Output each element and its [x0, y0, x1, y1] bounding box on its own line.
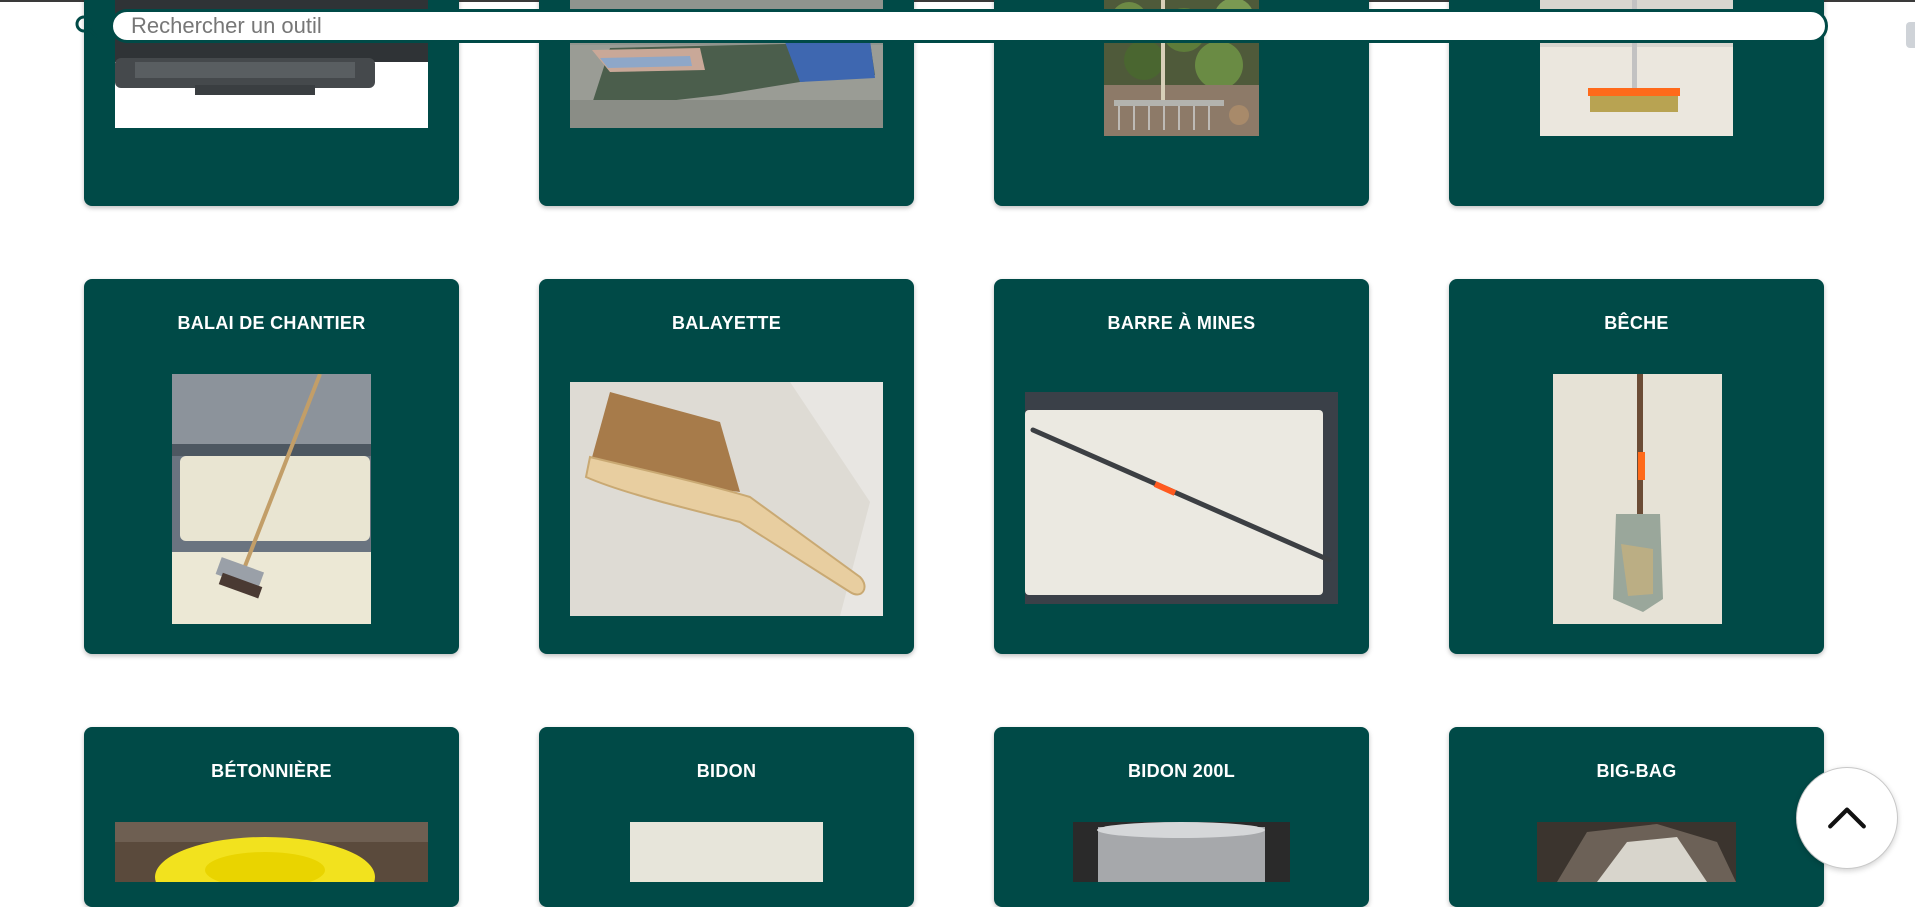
tool-image-crowbar: [1025, 392, 1338, 604]
tool-name: BIDON 200L: [1127, 760, 1236, 781]
back-to-top-button[interactable]: [1796, 767, 1898, 869]
tool-card[interactable]: BALAYETTE: [539, 279, 914, 654]
tool-name: BALAYETTE: [671, 312, 782, 333]
tool-card[interactable]: BÊCHE: [1449, 279, 1824, 654]
tool-image-hand-brush: [570, 382, 883, 616]
tool-card[interactable]: BÉTONNIÈRE: [84, 727, 459, 907]
chevron-up-icon: [1828, 807, 1866, 829]
tool-name: BIDON: [696, 760, 757, 781]
tool-image-concrete-mixer: [115, 822, 428, 882]
tool-name: BARRE À MINES: [1107, 312, 1256, 333]
tool-image-spade: [1553, 374, 1722, 624]
tool-image-big-bag: [1537, 822, 1736, 882]
tool-image-drum-200l: [1073, 822, 1290, 882]
tool-card[interactable]: BIDON 200L: [994, 727, 1369, 907]
page-edge-tab-icon[interactable]: [1906, 22, 1915, 48]
tool-name: BÊCHE: [1604, 312, 1669, 333]
tool-image-container: [630, 822, 823, 882]
tool-card[interactable]: BARRE À MINES: [994, 279, 1369, 654]
tool-card[interactable]: BIDON: [539, 727, 914, 907]
tool-name: BALAI DE CHANTIER: [177, 312, 366, 333]
tool-image-site-broom: [172, 374, 371, 624]
search-input[interactable]: [129, 12, 1825, 40]
search-icon[interactable]: [73, 13, 99, 39]
tool-card[interactable]: BALAI DE CHANTIER: [84, 279, 459, 654]
tool-name: BIG-BAG: [1596, 760, 1677, 781]
tool-card[interactable]: BIG-BAG: [1449, 727, 1824, 907]
tool-name: BÉTONNIÈRE: [211, 760, 332, 781]
search-bar[interactable]: [110, 9, 1828, 43]
